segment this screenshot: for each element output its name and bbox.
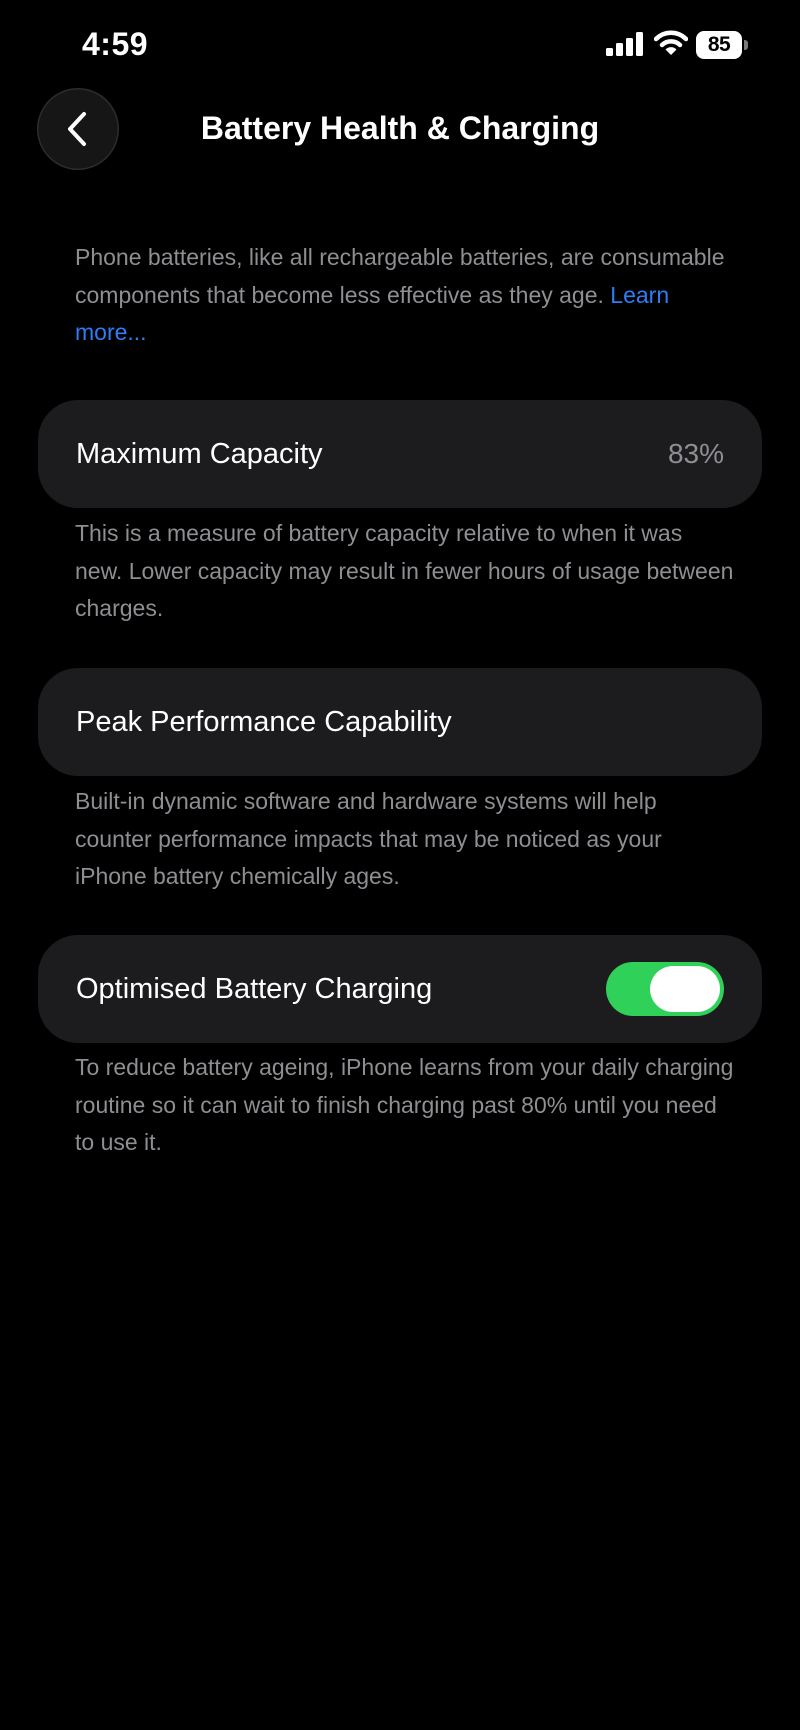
- battery-icon: 85: [696, 31, 750, 59]
- chevron-left-icon: [68, 112, 86, 146]
- maximum-capacity-description: This is a measure of battery capacity re…: [75, 520, 734, 621]
- battery-percent: 85: [707, 33, 731, 56]
- page-title: Battery Health & Charging: [200, 110, 600, 146]
- wifi-icon: [654, 30, 688, 55]
- battery-nub: [744, 40, 748, 50]
- battery-body: 85: [696, 31, 742, 59]
- peak-performance-label: Peak Performance Capability: [76, 705, 452, 738]
- optimised-charging-toggle[interactable]: [606, 962, 724, 1016]
- status-time: 4:59: [82, 26, 149, 62]
- optimised-charging-row: Optimised Battery Charging: [38, 935, 762, 1043]
- status-bar: 4:59 85: [0, 0, 800, 90]
- optimised-charging-description: To reduce battery ageing, iPhone learns …: [75, 1054, 734, 1155]
- peak-performance-row[interactable]: Peak Performance Capability: [38, 668, 762, 776]
- maximum-capacity-label: Maximum Capacity: [76, 437, 323, 470]
- toggle-knob: [650, 966, 720, 1012]
- intro-description: Phone batteries, like all rechargeable b…: [75, 239, 735, 352]
- peak-performance-description: Built-in dynamic software and hardware s…: [75, 788, 662, 889]
- back-button[interactable]: [37, 88, 119, 170]
- maximum-capacity-row: Maximum Capacity 83%: [38, 400, 762, 508]
- signal-icon: [606, 32, 643, 56]
- maximum-capacity-value: 83%: [667, 438, 724, 469]
- optimised-charging-label: Optimised Battery Charging: [76, 972, 433, 1005]
